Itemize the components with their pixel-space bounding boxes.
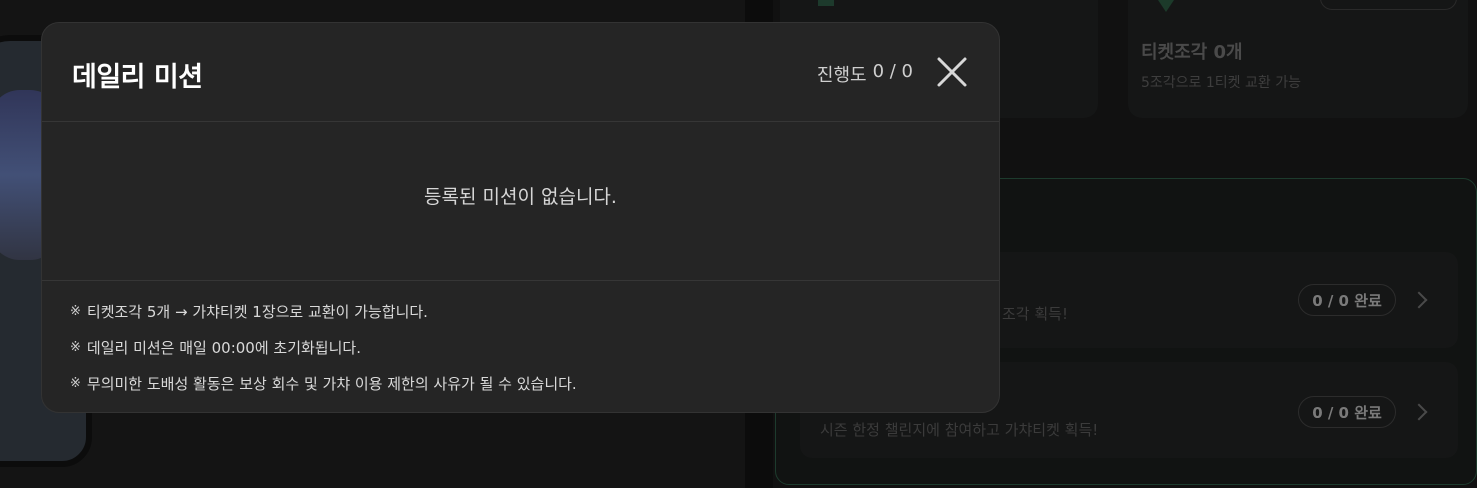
close-button[interactable]: [935, 55, 969, 89]
modal-title: 데일리 미션: [72, 62, 203, 93]
note-mark: ※: [70, 304, 81, 319]
mission-list: 등록된 미션이 없습니다.: [42, 122, 999, 281]
notice-text: 데일리 미션은 매일 00:00에 초기화됩니다.: [86, 339, 361, 357]
close-icon: [937, 57, 967, 87]
notice-item: ※ 무의미한 도배성 활동은 보상 회수 및 가챠 이용 제한의 사유가 될 수…: [70, 371, 979, 407]
progress-label: 진행도: [816, 65, 867, 86]
daily-mission-modal: 데일리 미션 진행도 0 / 0 등록된 미션이 없습니다. ※ 티켓조각 5개…: [41, 22, 1000, 413]
empty-missions-message: 등록된 미션이 없습니다.: [424, 185, 617, 208]
progress-value: 0 / 0: [872, 61, 913, 82]
modal-header: 데일리 미션 진행도 0 / 0: [42, 23, 999, 122]
notice-text: 티켓조각 5개 → 가챠티켓 1장으로 교환이 가능합니다.: [86, 303, 428, 321]
progress-indicator: 진행도 0 / 0: [817, 61, 913, 87]
notice-text: 무의미한 도배성 활동은 보상 회수 및 가챠 이용 제한의 사유가 될 수 있…: [86, 375, 577, 393]
note-mark: ※: [70, 376, 81, 391]
note-mark: ※: [70, 340, 81, 355]
notice-item: ※ 티켓조각 5개 → 가챠티켓 1장으로 교환이 가능합니다.: [70, 299, 979, 335]
notice-item: ※ 데일리 미션은 매일 00:00에 초기화됩니다.: [70, 335, 979, 371]
notice-list: ※ 티켓조각 5개 → 가챠티켓 1장으로 교환이 가능합니다. ※ 데일리 미…: [70, 299, 979, 407]
